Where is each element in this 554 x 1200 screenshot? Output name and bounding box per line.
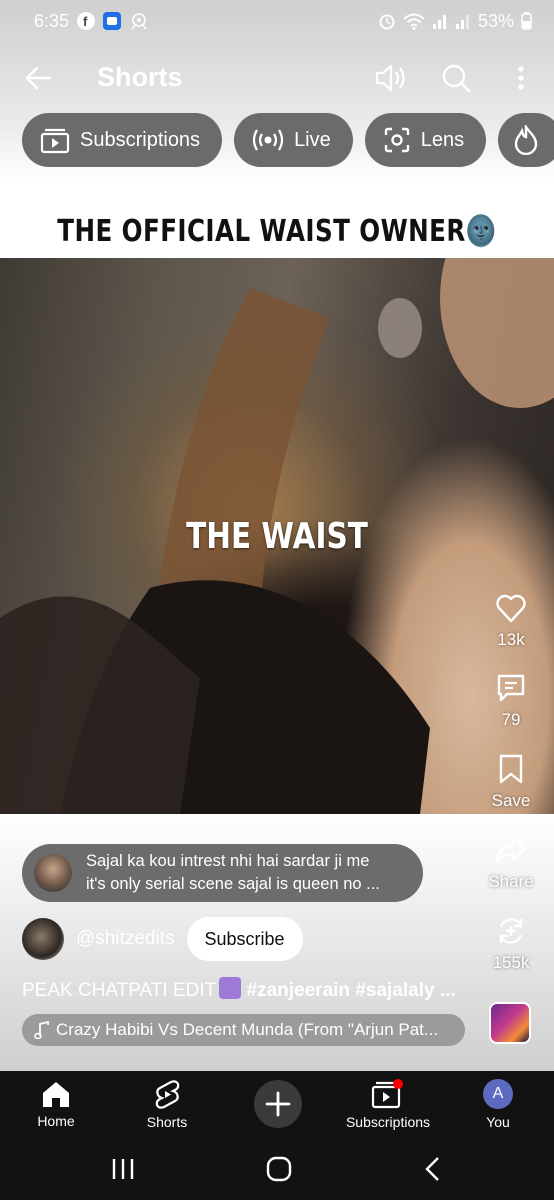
nav-you-label: You xyxy=(486,1114,510,1130)
search-button[interactable] xyxy=(436,58,476,98)
comment-count: 79 xyxy=(501,710,521,729)
share-label: Share xyxy=(488,872,534,891)
video-title[interactable]: PEAK CHATPATI EDIT #zanjeerain #sajalaly… xyxy=(22,977,472,1002)
nav-home-label: Home xyxy=(37,1113,75,1129)
video-top-caption: THE OFFICIAL WAIST OWNER🌚 xyxy=(57,214,497,249)
shorts-icon xyxy=(155,1080,180,1109)
nav-subscriptions[interactable]: Subscriptions xyxy=(345,1071,431,1138)
volume-button[interactable] xyxy=(371,58,411,98)
recents-icon xyxy=(112,1159,134,1179)
nav-you[interactable]: A You xyxy=(476,1071,520,1138)
channel-avatar[interactable] xyxy=(22,918,64,960)
comment-line-1: Sajal ka kou intrest nhi hai sardar ji m… xyxy=(86,852,370,870)
subscribe-button[interactable]: Subscribe xyxy=(186,917,303,961)
chevron-left-icon xyxy=(425,1157,439,1181)
battery-percent: 53% xyxy=(477,10,514,31)
arrow-left-icon xyxy=(25,66,52,90)
chip-live[interactable]: Live xyxy=(234,113,353,167)
page-title: Shorts xyxy=(97,62,183,92)
chip-trending[interactable] xyxy=(498,113,554,167)
you-avatar: A xyxy=(483,1079,513,1109)
back-button[interactable] xyxy=(20,60,56,96)
top-comment[interactable]: Sajal ka kou intrest nhi hai sardar ji m… xyxy=(22,844,423,902)
gallery-icon xyxy=(129,12,149,30)
comments-button[interactable]: 79 xyxy=(480,670,542,730)
svg-text:f: f xyxy=(83,14,88,29)
home-circle-icon xyxy=(266,1156,292,1182)
comment-line-2: it's only serial scene sajal is queen no… xyxy=(86,875,380,893)
volume-icon xyxy=(375,64,405,92)
music-label: Crazy Habibi Vs Decent Munda (From "Arju… xyxy=(56,1020,439,1039)
system-nav-bar xyxy=(0,1138,554,1200)
nav-shorts[interactable]: Shorts xyxy=(140,1071,194,1138)
recents-button[interactable] xyxy=(107,1153,139,1185)
share-icon xyxy=(495,836,527,864)
channel-name[interactable]: @shitzedits xyxy=(76,928,175,950)
remix-count: 155k xyxy=(492,953,530,972)
chip-label: Live xyxy=(294,128,331,151)
remix-icon xyxy=(499,918,523,944)
live-icon xyxy=(252,129,284,151)
remix-button[interactable]: 155k xyxy=(480,913,542,973)
signal-icon xyxy=(432,12,448,30)
bookmark-icon xyxy=(499,754,523,784)
like-count: 13k xyxy=(497,630,525,649)
video-mid-caption: THE WAIST xyxy=(186,516,368,557)
facebook-icon: f xyxy=(77,12,96,30)
filter-chips: Subscriptions Live Lens xyxy=(22,113,554,167)
channel-row: @shitzedits Subscribe xyxy=(22,917,303,961)
back-system-button[interactable] xyxy=(417,1153,449,1185)
nav-home[interactable]: Home xyxy=(30,1071,82,1138)
comment-avatar xyxy=(34,854,72,892)
nav-subscriptions-label: Subscriptions xyxy=(345,1114,431,1130)
save-label: Save xyxy=(491,791,531,810)
save-button[interactable]: Save xyxy=(480,751,542,811)
bottom-nav: Home Shorts Subscriptions A You xyxy=(0,1071,554,1138)
share-button[interactable]: Share xyxy=(480,832,542,892)
search-icon xyxy=(442,64,471,93)
status-bar: 6:35 f 53% xyxy=(0,0,554,42)
nav-shorts-label: Shorts xyxy=(146,1114,188,1130)
music-pill[interactable]: Crazy Habibi Vs Decent Munda (From "Arju… xyxy=(22,1014,465,1046)
music-note-icon xyxy=(34,1021,49,1039)
like-button[interactable]: 13k xyxy=(480,590,542,650)
home-icon xyxy=(43,1082,69,1107)
app-notification-icon xyxy=(103,12,122,30)
subscriptions-icon xyxy=(40,128,70,154)
battery-icon xyxy=(521,12,532,30)
video-title-tags: #zanjeerain #sajalaly ... xyxy=(246,980,456,1001)
dancer-emoji-icon xyxy=(219,977,242,999)
status-time: 6:35 xyxy=(34,10,70,31)
chip-subscriptions[interactable]: Subscriptions xyxy=(22,113,223,167)
chip-lens[interactable]: Lens xyxy=(364,113,487,167)
music-thumbnail[interactable] xyxy=(489,1002,531,1044)
trending-icon xyxy=(514,125,538,155)
subscriptions-nav-icon xyxy=(371,1079,403,1109)
chip-label: Subscriptions xyxy=(80,128,201,151)
more-button[interactable] xyxy=(501,58,541,98)
home-system-button[interactable] xyxy=(263,1153,295,1185)
more-vert-icon xyxy=(518,66,524,90)
signal-icon-2 xyxy=(455,12,471,30)
heart-icon xyxy=(496,594,526,623)
wifi-icon xyxy=(403,12,425,30)
comment-icon xyxy=(497,674,525,702)
lens-icon xyxy=(384,127,409,153)
video-title-text: PEAK CHATPATI EDIT xyxy=(22,980,217,1001)
comment-text: Sajal ka kou intrest nhi hai sardar ji m… xyxy=(86,850,416,896)
header: Shorts xyxy=(0,42,554,112)
alarm-icon xyxy=(378,12,396,30)
chip-label: Lens xyxy=(420,128,465,151)
create-button[interactable] xyxy=(254,1080,302,1128)
plus-icon xyxy=(265,1091,291,1117)
